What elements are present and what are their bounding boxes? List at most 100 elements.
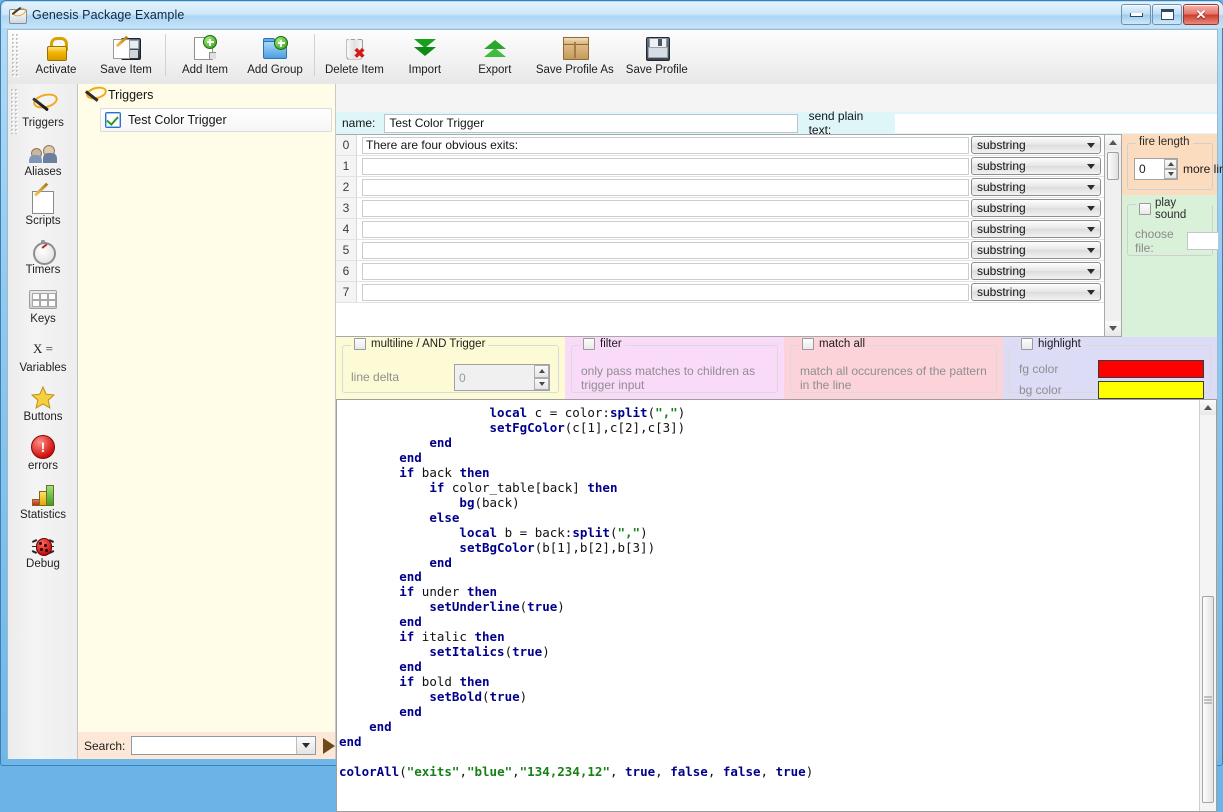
add-item-button[interactable]: Add Item: [170, 31, 240, 83]
sidebar-item-keys[interactable]: Keys: [8, 286, 78, 335]
code-scroll-up-button[interactable]: [1200, 400, 1216, 415]
search-dropdown-button[interactable]: [296, 737, 315, 754]
tree-root-triggers[interactable]: Triggers: [78, 84, 335, 106]
table-row[interactable]: 5 substring: [336, 240, 1104, 261]
filter-checkbox[interactable]: [583, 338, 595, 350]
save-profile-button[interactable]: Save Profile: [620, 31, 694, 83]
play-sound-checkbox[interactable]: [1139, 203, 1151, 215]
pattern-input[interactable]: There are four obvious exits:: [362, 136, 969, 154]
match-all-checkbox[interactable]: [802, 338, 814, 350]
pattern-type-select[interactable]: substring: [971, 178, 1101, 196]
pattern-type-select[interactable]: substring: [971, 241, 1101, 259]
fg-color-swatch[interactable]: [1098, 360, 1204, 378]
pattern-type-select[interactable]: substring: [971, 220, 1101, 238]
sidebar-item-triggers[interactable]: Triggers: [8, 90, 78, 139]
sidebar-label-aliases: Aliases: [24, 166, 62, 178]
activate-button[interactable]: Activate: [21, 31, 91, 83]
table-row[interactable]: 1 substring: [336, 156, 1104, 177]
sidebar-item-debug[interactable]: Debug: [8, 531, 78, 580]
pattern-input[interactable]: [362, 199, 969, 217]
maximize-button[interactable]: [1152, 4, 1182, 25]
code-line: end: [399, 659, 422, 675]
pattern-input[interactable]: [362, 283, 969, 301]
chevron-down-icon: [1087, 163, 1095, 169]
import-button[interactable]: Import: [390, 31, 460, 83]
save-item-button[interactable]: Save Item: [91, 31, 161, 83]
play-sound-legend: play sound: [1136, 197, 1212, 221]
pattern-type-value: substring: [977, 201, 1026, 215]
pattern-type-select[interactable]: substring: [971, 283, 1101, 301]
pattern-input[interactable]: [362, 178, 969, 196]
sidebar-item-errors[interactable]: ! errors: [8, 433, 78, 482]
table-row[interactable]: 4 substring: [336, 219, 1104, 240]
pattern-type-select[interactable]: substring: [971, 262, 1101, 280]
script-editor-content[interactable]: local c = color:split(",") setFgColor(c[…: [337, 400, 1198, 811]
search-input[interactable]: [131, 736, 316, 755]
pattern-input[interactable]: [362, 241, 969, 259]
script-editor-scrollbar[interactable]: [1199, 400, 1216, 811]
delete-item-button[interactable]: ✖ Delete Item: [319, 31, 390, 83]
pattern-type-value: substring: [977, 138, 1026, 152]
name-row: name: Test Color Trigger send plain text…: [336, 109, 1218, 137]
multiline-checkbox[interactable]: [354, 338, 366, 350]
sidebar-item-buttons[interactable]: Buttons: [8, 384, 78, 433]
pattern-input[interactable]: [362, 157, 969, 175]
scroll-down-button[interactable]: [1105, 321, 1121, 336]
x-equals-icon: X =: [33, 340, 53, 356]
bg-color-swatch[interactable]: [1098, 381, 1204, 399]
table-row[interactable]: 0 There are four obvious exits: substrin…: [336, 135, 1104, 156]
send-plain-text-input[interactable]: [895, 113, 1218, 133]
pattern-type-select[interactable]: substring: [971, 157, 1101, 175]
add-group-button[interactable]: Add Group: [240, 31, 310, 83]
pattern-index: 5: [336, 240, 357, 260]
minimize-button[interactable]: [1121, 4, 1151, 25]
line-delta-increment[interactable]: [534, 365, 549, 378]
close-button[interactable]: ✕: [1183, 4, 1219, 25]
line-delta-decrement[interactable]: [534, 377, 549, 390]
delete-item-label: Delete Item: [325, 64, 384, 76]
sidebar-item-variables[interactable]: X = Variables: [8, 335, 78, 384]
fire-length-increment[interactable]: [1164, 159, 1177, 169]
fire-length-input[interactable]: 0: [1134, 158, 1178, 180]
keyboard-icon: [26, 286, 60, 313]
toolbar-grip[interactable]: [11, 33, 19, 77]
pattern-type-select[interactable]: substring: [971, 199, 1101, 217]
table-row[interactable]: 7 substring: [336, 282, 1104, 303]
save-profile-as-button[interactable]: Save Profile As: [530, 31, 620, 83]
export-button[interactable]: Export: [460, 31, 530, 83]
sidebar-item-timers[interactable]: Timers: [8, 237, 78, 286]
pattern-list-scrollbar[interactable]: [1105, 134, 1122, 337]
choose-file-input[interactable]: [1187, 232, 1219, 250]
floppy-icon: [640, 33, 674, 63]
scrollbar-thumb[interactable]: [1107, 152, 1119, 180]
scrollbar-thumb[interactable]: [1202, 596, 1214, 803]
send-plain-text-label: send plain text:: [808, 109, 864, 137]
sidebar-item-statistics[interactable]: Statistics: [8, 482, 78, 531]
fire-length-decrement[interactable]: [1164, 169, 1177, 179]
search-go-button[interactable]: [323, 737, 335, 754]
match-all-legend: match all: [799, 338, 869, 350]
script-editor[interactable]: local c = color:split(",") setFgColor(c[…: [336, 399, 1217, 812]
chevron-down-icon: [1087, 184, 1095, 190]
tree-item-checkbox[interactable]: [105, 112, 121, 128]
table-row[interactable]: 2 substring: [336, 177, 1104, 198]
pattern-type-select[interactable]: substring: [971, 136, 1101, 154]
sidebar-item-scripts[interactable]: Scripts: [8, 182, 78, 237]
title-bar: Genesis Package Example ✕: [2, 2, 1223, 28]
sidebar-item-aliases[interactable]: Aliases: [8, 139, 78, 188]
scroll-up-button[interactable]: [1105, 135, 1121, 150]
pattern-input[interactable]: [362, 262, 969, 280]
sidebar-grip[interactable]: [10, 88, 18, 134]
table-row[interactable]: 6 substring: [336, 261, 1104, 282]
line-delta-input[interactable]: 0: [454, 364, 550, 391]
item-tree[interactable]: Triggers Test Color Trigger: [78, 84, 336, 732]
name-input[interactable]: Test Color Trigger: [384, 113, 798, 133]
highlight-checkbox[interactable]: [1021, 338, 1033, 350]
pattern-input[interactable]: [362, 220, 969, 238]
table-row[interactable]: 3 substring: [336, 198, 1104, 219]
tree-item-test-color-trigger[interactable]: Test Color Trigger: [100, 108, 332, 132]
code-line: bg(back): [459, 494, 520, 510]
chevron-up-icon: [1109, 140, 1117, 145]
delete-item-icon: ✖: [337, 33, 371, 63]
code-line: end: [399, 449, 422, 465]
